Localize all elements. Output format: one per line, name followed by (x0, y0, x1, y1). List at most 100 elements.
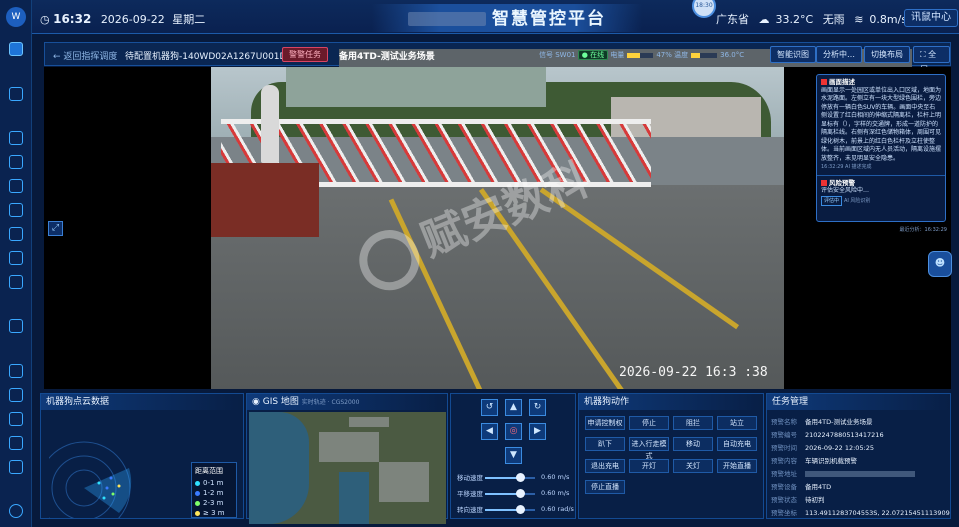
avatar[interactable]: 18:30 (692, 0, 716, 18)
task-title: 任务管理 (767, 394, 950, 410)
right-button[interactable]: ▶ (529, 423, 546, 440)
task-row: 预警设备 备用4TD (771, 483, 832, 491)
clock: ◷ 16:32 2026-09-22 星期二 (40, 11, 205, 27)
smart-recognition-button[interactable]: 智能识图 (770, 46, 816, 63)
back-link[interactable]: ← 返回指挥调度 (53, 49, 117, 62)
ai-analysis-panel: 画面描述 画面显示一处园区或单位出入口区域，地面为水泥路面。左侧立有一块大型绿色… (816, 74, 947, 233)
pointcloud-panel: 机器狗点云数据 距离范围 0-1 m 1-2 m 2-3 m ≥ 3 m (40, 393, 244, 519)
left-button[interactable]: ◀ (481, 423, 498, 440)
analyzing-button[interactable]: 分析中… (816, 46, 862, 63)
stand-button[interactable]: 站立 (717, 416, 757, 430)
task-row: 预警地址 (771, 468, 915, 480)
turn-speed-slider[interactable]: 转向速度 0.60 rad/s (457, 504, 579, 516)
cloud-icon: ☁ (758, 13, 770, 26)
move-speed-slider[interactable]: 移动速度 0.60 m/s (457, 472, 579, 484)
alarm-badge: 警警任务 (282, 47, 328, 62)
share-icon[interactable] (9, 131, 23, 145)
light-on-button[interactable]: 开灯 (629, 459, 669, 473)
report-icon[interactable] (9, 227, 23, 241)
alert-icon (821, 79, 827, 85)
settings-icon[interactable] (9, 155, 23, 169)
ai-desc-meta: 16:32:29 AI 描述完成 (821, 164, 872, 170)
gis-header: ◉ GIS 地图 实时轨迹 · CGS2000 (247, 394, 447, 410)
form-icon[interactable] (9, 251, 23, 265)
battery-bar (627, 52, 654, 58)
stop-button[interactable]: ◎ (505, 423, 522, 440)
video-header: ← 返回指挥调度 待配置机器狗-140WD02A1267U001D203 警警任… (44, 42, 951, 371)
risk-tag: 评估中 (821, 195, 843, 206)
task-row: 预警时间 2026-09-22 12:05:25 (771, 444, 875, 452)
switch-layout-button[interactable]: 切换布局 (864, 46, 910, 63)
last-analysis: 最近分析：16:32:29 (899, 227, 947, 233)
pointcloud-radar (49, 441, 132, 518)
user-center-button[interactable]: 讯鼠中心 (904, 9, 958, 27)
app-logo: W (6, 7, 26, 27)
fullscreen-button[interactable]: ⛶ 全屏 (913, 46, 950, 74)
gis-panel: ◉ GIS 地图 实时轨迹 · CGS2000 (246, 393, 448, 524)
box-icon[interactable] (9, 388, 23, 402)
pointcloud-legend: 距离范围 0-1 m 1-2 m 2-3 m ≥ 3 m (191, 462, 237, 518)
top-bar: ◷ 16:32 2026-09-22 星期二 智慧管控平台 18:30 广东省 … (32, 0, 959, 34)
video-feed[interactable]: ⤢ 赋安数科 2026-09-22 16:3 :38 画面描述 画面显示一处园区… (44, 67, 951, 389)
walk-mode-button[interactable]: 进入行走模式 (629, 437, 669, 460)
backward-button[interactable]: ▼ (505, 447, 522, 464)
file-icon[interactable] (9, 436, 23, 450)
wind: 0.8m/s (869, 13, 908, 26)
help-icon[interactable] (9, 504, 23, 518)
weather: 广东省 ☁ 33.2°C 无雨 ≋ 0.8m/s (716, 11, 913, 27)
org-icon[interactable] (9, 275, 23, 289)
rotate-right-button[interactable]: ↻ (529, 399, 546, 416)
legend-item: 1-2 m (195, 488, 233, 498)
rotate-left-button[interactable]: ↺ (481, 399, 498, 416)
document-icon[interactable] (9, 203, 23, 217)
device-name: 待配置机器狗-140WD02A1267U001D203 (125, 52, 304, 62)
camera-image: 赋安数科 2026-09-22 16:3 :38 (211, 67, 784, 389)
risk-title: 风险预警 (821, 179, 941, 188)
assistant-robot-icon[interactable]: ☻ (928, 251, 952, 277)
region[interactable]: 广东省 (716, 13, 749, 26)
stop-live-button[interactable]: 停止直播 (585, 480, 625, 494)
risk-meta: AI 风险识别 (843, 197, 871, 204)
fullscreen-icon: ⛶ (920, 50, 929, 59)
list-icon[interactable] (9, 460, 23, 474)
camera-icon[interactable] (9, 412, 23, 426)
date: 2026-09-22 (100, 13, 165, 26)
light-off-button[interactable]: 关灯 (673, 459, 713, 473)
pin-icon: ◉ (252, 397, 263, 407)
legend-item: 0-1 m (195, 478, 233, 488)
warning-icon (821, 179, 827, 186)
globe-icon[interactable] (9, 87, 23, 101)
block-button[interactable]: 阻拦 (673, 416, 713, 430)
actions-title: 机器狗动作 (579, 394, 763, 410)
task-row: 预警编号 2102247880513417216 (771, 431, 884, 439)
exit-charge-button[interactable]: 退出充电 (585, 459, 625, 473)
gis-map[interactable] (249, 412, 446, 524)
temperature: 33.2°C (775, 13, 814, 26)
temp-bar (691, 52, 718, 58)
rain: 无雨 (822, 13, 845, 26)
task-row: 预警内容 车辆识别机载预警 (771, 457, 857, 465)
calendar-icon[interactable] (9, 179, 23, 193)
legend-item: 2-3 m (195, 498, 233, 508)
gallery-icon[interactable] (9, 364, 23, 378)
task-row: 预警坐标 113.4911283704553S, 22.0721545111390… (771, 509, 951, 517)
forward-button[interactable]: ▲ (505, 399, 522, 416)
redacted-address (805, 471, 915, 477)
task-panel: 任务管理 预警名称 备用4TD-测试业务场景 预警编号 21022478805134… (766, 393, 951, 519)
tools-icon[interactable] (9, 319, 23, 333)
stop-action-button[interactable]: 停止 (629, 416, 669, 430)
start-live-button[interactable]: 开始直播 (717, 459, 757, 473)
auto-charge-button[interactable]: 自动充电 (717, 437, 757, 451)
task-row: 预警状态 待初判 (771, 496, 825, 504)
dashboard-icon[interactable] (9, 42, 23, 56)
request-control-button[interactable]: 申请控制权 (585, 416, 625, 430)
move-button[interactable]: 移动 (673, 437, 713, 451)
risk-status: 评估安全风险中… (821, 187, 870, 194)
ai-desc-title: 画面描述 (821, 78, 941, 87)
lie-down-button[interactable]: 趴下 (585, 437, 625, 451)
ai-description: 画面显示一处园区或单位出入口区域，地面为水泥路面。左侧立有一块大型绿色围栏，旁边… (821, 86, 942, 162)
strafe-speed-slider[interactable]: 平移速度 0.60 m/s (457, 488, 579, 500)
expand-icon[interactable]: ⤢ (48, 221, 63, 236)
task-row: 预警名称 备用4TD-测试业务场景 (771, 418, 873, 426)
video-timestamp: 2026-09-22 16:3 :38 (619, 365, 768, 380)
